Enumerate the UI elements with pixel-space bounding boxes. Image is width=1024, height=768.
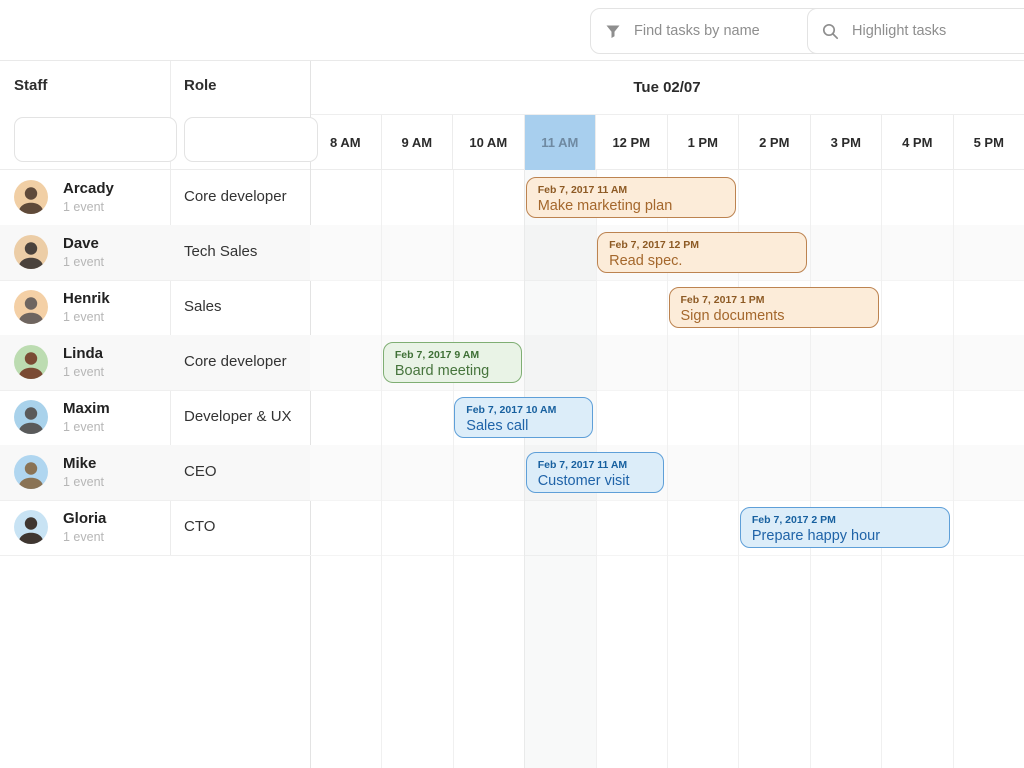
event-date: Feb 7, 2017 2 PM	[752, 513, 938, 527]
staff-row[interactable]: Mike 1 event CEO	[0, 445, 310, 501]
resource-name: Mike	[63, 455, 96, 472]
resource-role: Core developer	[184, 353, 287, 370]
avatar	[14, 455, 48, 489]
event-title: Prepare happy hour	[752, 527, 938, 546]
hour-cell[interactable]: 1 PM	[668, 115, 740, 170]
hour-cell[interactable]: 9 AM	[382, 115, 454, 170]
find-tasks-box[interactable]	[590, 8, 827, 54]
avatar	[14, 235, 48, 269]
resource-name: Dave	[63, 235, 99, 252]
resource-name: Henrik	[63, 290, 110, 307]
resource-event-count: 1 event	[63, 310, 104, 324]
search-icon	[822, 23, 839, 40]
role-column-header: Role	[184, 77, 217, 94]
event-bar[interactable]: Feb 7, 2017 10 AMSales call	[454, 397, 593, 438]
hour-cell[interactable]: 11 AM	[525, 115, 597, 170]
filter-icon	[605, 23, 621, 39]
schedule-column	[881, 170, 953, 768]
resource-name: Arcady	[63, 180, 114, 197]
resource-event-count: 1 event	[63, 530, 104, 544]
event-title: Make marketing plan	[538, 197, 724, 216]
staff-row[interactable]: Linda 1 event Core developer	[0, 335, 310, 391]
resource-name: Linda	[63, 345, 103, 362]
resource-event-count: 1 event	[63, 475, 104, 489]
resource-name: Gloria	[63, 510, 106, 527]
schedule-column	[310, 170, 382, 768]
event-bar[interactable]: Feb 7, 2017 9 AMBoard meeting	[383, 342, 522, 383]
avatar	[14, 400, 48, 434]
resource-event-count: 1 event	[63, 255, 104, 269]
event-bar[interactable]: Feb 7, 2017 1 PMSign documents	[669, 287, 879, 328]
hour-cell[interactable]: 12 PM	[596, 115, 668, 170]
event-title: Sign documents	[681, 307, 867, 326]
staff-row[interactable]: Arcady 1 event Core developer	[0, 170, 310, 226]
event-bar[interactable]: Feb 7, 2017 11 AMMake marketing plan	[526, 177, 736, 218]
resource-role: Tech Sales	[184, 243, 257, 260]
hour-cell[interactable]: 8 AM	[310, 115, 382, 170]
staff-column-header: Staff	[14, 77, 47, 94]
resource-name: Maxim	[63, 400, 110, 417]
hour-header-row: 8 AM9 AM10 AM11 AM12 PM1 PM2 PM3 PM4 PM5…	[310, 115, 1024, 170]
avatar	[14, 345, 48, 379]
day-header[interactable]: Tue 02/07	[310, 60, 1024, 115]
hour-cell[interactable]: 2 PM	[739, 115, 811, 170]
resource-event-count: 1 event	[63, 365, 104, 379]
staff-row[interactable]: Gloria 1 event CTO	[0, 500, 310, 556]
event-date: Feb 7, 2017 11 AM	[538, 183, 724, 197]
schedule-column	[453, 170, 525, 768]
resource-role: Developer & UX	[184, 408, 292, 425]
schedule-column	[810, 170, 882, 768]
avatar	[14, 510, 48, 544]
event-bar[interactable]: Feb 7, 2017 12 PMRead spec.	[597, 232, 807, 273]
event-title: Read spec.	[609, 252, 795, 271]
hour-cell[interactable]: 5 PM	[954, 115, 1024, 170]
resource-role: CTO	[184, 518, 215, 535]
staff-row[interactable]: Dave 1 event Tech Sales	[0, 225, 310, 281]
resource-event-count: 1 event	[63, 420, 104, 434]
highlight-tasks-box[interactable]	[807, 8, 1024, 54]
role-filter-input[interactable]	[184, 117, 318, 162]
event-title: Board meeting	[395, 362, 510, 381]
event-date: Feb 7, 2017 12 PM	[609, 238, 795, 252]
scheduler-app: Staff Role Tue 02/07 8 AM9 AM10 AM11 AM1…	[0, 0, 1024, 768]
find-tasks-input[interactable]	[632, 22, 812, 40]
staff-row[interactable]: Maxim 1 event Developer & UX	[0, 390, 310, 446]
schedule-column	[381, 170, 453, 768]
hour-cell[interactable]: 3 PM	[811, 115, 883, 170]
event-title: Sales call	[466, 417, 581, 436]
event-title: Customer visit	[538, 472, 653, 491]
staff-row[interactable]: Henrik 1 event Sales	[0, 280, 310, 336]
highlight-tasks-input[interactable]	[850, 22, 1024, 40]
schedule-column	[953, 170, 1024, 768]
resource-role: Core developer	[184, 188, 287, 205]
hour-cell[interactable]: 10 AM	[453, 115, 525, 170]
avatar	[14, 290, 48, 324]
resource-role: Sales	[184, 298, 222, 315]
event-bar[interactable]: Feb 7, 2017 11 AMCustomer visit	[526, 452, 665, 493]
event-bar[interactable]: Feb 7, 2017 2 PMPrepare happy hour	[740, 507, 950, 548]
hour-cell[interactable]: 4 PM	[882, 115, 954, 170]
event-date: Feb 7, 2017 1 PM	[681, 293, 867, 307]
staff-filter-input[interactable]	[14, 117, 177, 162]
event-date: Feb 7, 2017 9 AM	[395, 348, 510, 362]
resource-role: CEO	[184, 463, 217, 480]
avatar	[14, 180, 48, 214]
resource-event-count: 1 event	[63, 200, 104, 214]
event-date: Feb 7, 2017 11 AM	[538, 458, 653, 472]
event-date: Feb 7, 2017 10 AM	[466, 403, 581, 417]
